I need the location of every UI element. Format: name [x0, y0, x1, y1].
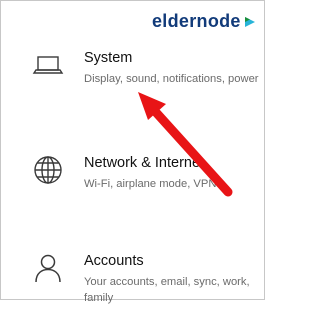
globe-icon — [31, 153, 65, 187]
settings-item-description: Wi-Fi, airplane mode, VPN — [84, 178, 217, 190]
settings-item-description: Display, sound, notifications, power — [84, 73, 259, 85]
settings-item-title: System — [84, 50, 133, 66]
eldernode-logo: eldernode — [152, 7, 256, 35]
settings-item-title: Accounts — [84, 253, 144, 269]
settings-item-title: Network & Internet — [84, 155, 205, 171]
settings-item-description: Your accounts, email, sync, work, family — [84, 276, 250, 304]
settings-item-accounts[interactable]: Accounts Your accounts, email, sync, wor… — [1, 239, 264, 309]
play-arrow-icon — [244, 15, 256, 27]
logo-text: eldernode — [152, 10, 241, 31]
settings-item-system[interactable]: System Display, sound, notifications, po… — [1, 36, 264, 106]
laptop-icon — [31, 48, 65, 82]
settings-item-network[interactable]: Network & Internet Wi-Fi, airplane mode,… — [1, 141, 264, 211]
settings-panel: eldernode System Display, sound, notific… — [0, 0, 265, 304]
person-icon — [31, 251, 65, 285]
